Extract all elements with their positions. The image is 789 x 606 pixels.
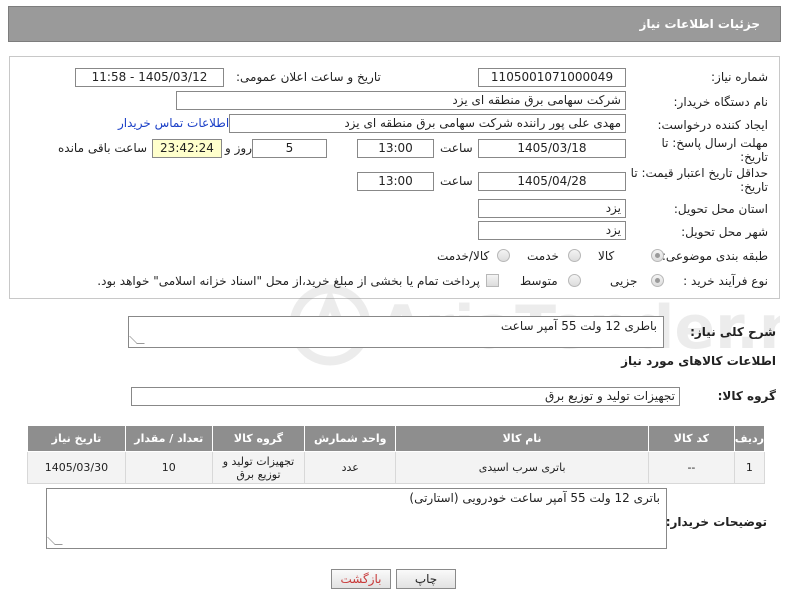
summary-field[interactable]: باطری 12 ولت 55 آمپر ساعت — [128, 316, 664, 348]
category-option-service: خدمت — [527, 249, 559, 263]
city-label: شهر محل تحویل: — [681, 225, 768, 239]
cell-code: -- — [648, 451, 735, 484]
category-option-goods-service: کالا/خدمت — [437, 249, 490, 263]
buyer-label: نام دستگاه خریدار: — [673, 95, 769, 109]
col-header-row-number: ردیف — [733, 425, 766, 452]
announce-field[interactable]: 1405/03/12 - 11:58 — [75, 68, 224, 87]
deadline-time-field[interactable]: 13:00 — [357, 139, 434, 158]
category-label: طبقه بندی موضوعی: — [661, 249, 768, 263]
announce-label: تاریخ و ساعت اعلان عمومی: — [236, 70, 381, 84]
goods-section-title: اطلاعات کالاهای مورد نیاز — [621, 354, 776, 368]
page-title: جزئیات اطلاعات نیاز — [8, 6, 781, 42]
cell-unit: عدد — [304, 451, 397, 484]
goods-table: ردیف کد کالا نام کالا واحد شمارش گروه کا… — [27, 425, 766, 484]
validity-time-label: ساعت — [440, 174, 473, 188]
need-number-field[interactable]: 1105001071000049 — [478, 68, 626, 87]
city-field[interactable]: یزد — [478, 221, 626, 240]
category-radio-goods-service[interactable] — [497, 249, 510, 262]
buyer-field[interactable]: شرکت سهامی برق منطقه ای یزد — [176, 91, 626, 110]
resize-handle-icon[interactable] — [47, 537, 63, 545]
deadline-label: مهلت ارسال پاسخ: تا تاریخ: — [661, 136, 768, 164]
category-radio-goods[interactable] — [651, 249, 664, 262]
need-number-label: شماره نیاز: — [711, 70, 768, 84]
province-label: استان محل تحویل: — [673, 202, 768, 216]
goods-group-field[interactable]: تجهیزات تولید و توزیع برق — [131, 387, 680, 406]
col-header-name: نام کالا — [395, 425, 650, 452]
deadline-time-label: ساعت — [440, 141, 473, 155]
province-field[interactable]: یزد — [478, 199, 626, 218]
goods-group-label: گروه کالا: — [717, 389, 776, 403]
print-button[interactable]: چاپ — [396, 569, 456, 589]
validity-time-field[interactable]: 13:00 — [357, 172, 434, 191]
back-button[interactable]: بازگشت — [331, 569, 391, 589]
requester-field[interactable]: مهدی علی پور راننده شرکت سهامی برق منطقه… — [229, 114, 626, 133]
remaining-time-field: 23:42:24 — [152, 139, 222, 158]
deadline-days-field[interactable]: 5 — [252, 139, 327, 158]
col-header-unit: واحد شمارش — [304, 425, 397, 452]
category-option-goods: کالا — [598, 249, 615, 263]
resize-handle-icon[interactable] — [129, 336, 145, 344]
validity-label: حداقل تاریخ اعتبار قیمت: تا تاریخ: — [630, 166, 768, 194]
cell-name: باتری سرب اسیدی — [395, 451, 650, 484]
buyer-contact-link[interactable]: اطلاعات تماس خریدار — [118, 116, 229, 130]
remaining-time-label: ساعت باقی مانده — [58, 141, 148, 155]
requester-label: ایجاد کننده درخواست: — [657, 118, 768, 132]
category-radio-service[interactable] — [568, 249, 581, 262]
deadline-date-field[interactable]: 1405/03/18 — [478, 139, 626, 158]
col-header-group: گروه کالا — [211, 425, 306, 452]
cell-row-number: 1 — [733, 451, 766, 484]
col-header-date: تاریخ نیاز — [27, 425, 126, 452]
deadline-days-label: روز و — [225, 141, 252, 155]
cell-date: 1405/03/30 — [27, 451, 126, 484]
table-header-row: ردیف کد کالا نام کالا واحد شمارش گروه کا… — [27, 425, 766, 452]
table-row[interactable]: 1 -- باتری سرب اسیدی عدد تجهیزات تولید و… — [27, 451, 766, 484]
col-header-code: کد کالا — [648, 425, 735, 452]
summary-text: باطری 12 ولت 55 آمپر ساعت — [500, 319, 657, 333]
validity-date-field[interactable]: 1405/04/28 — [478, 172, 626, 191]
cell-quantity: 10 — [124, 451, 213, 484]
buyer-notes-text: باتری 12 ولت 55 آمپر ساعت خودرویی (استار… — [409, 491, 660, 505]
buyer-notes-field[interactable]: باتری 12 ولت 55 آمپر ساعت خودرویی (استار… — [46, 488, 667, 549]
col-header-quantity: تعداد / مقدار — [124, 425, 213, 452]
cell-group: تجهیزات تولید و توزیع برق — [211, 451, 306, 484]
summary-label: شرح کلی نیاز: — [690, 325, 776, 339]
buyer-notes-label: توضیحات خریدار: — [665, 515, 767, 529]
